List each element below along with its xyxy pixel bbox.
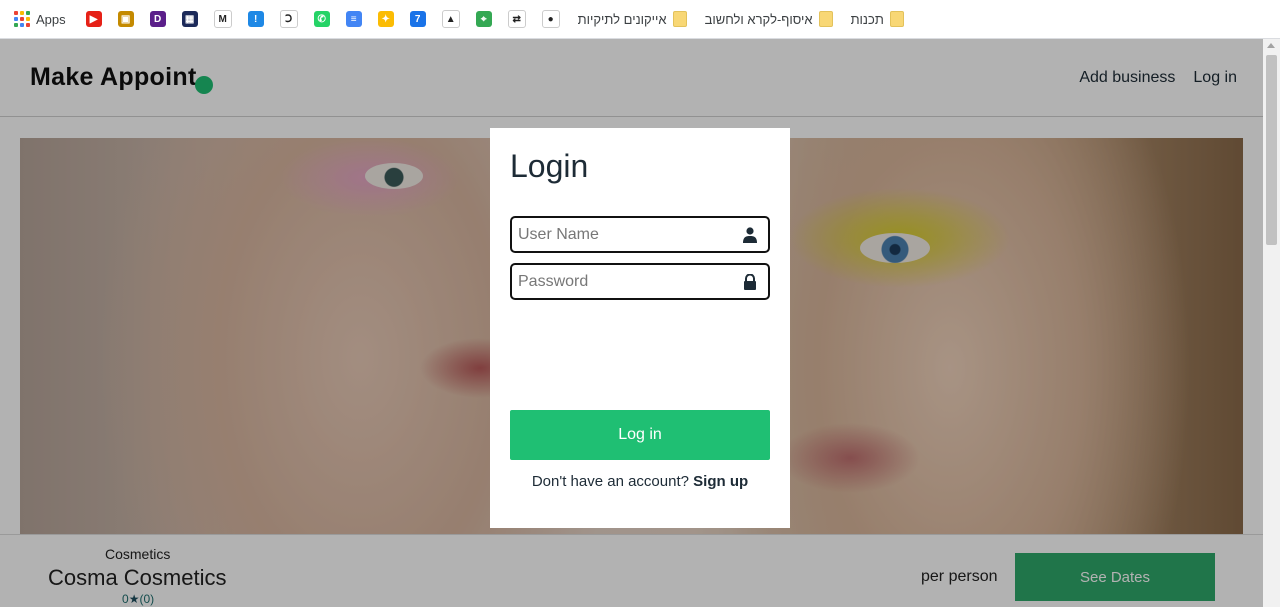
apps-grid-icon <box>14 11 30 27</box>
gmail-icon[interactable]: M <box>213 10 232 28</box>
folder-label: אייקונים לתיקיות <box>577 11 667 27</box>
login-title: Login <box>510 148 589 184</box>
google-calendar-icon[interactable]: 7 <box>409 11 426 27</box>
folder-label: תכנות <box>850 11 884 27</box>
folder-icon <box>818 11 833 27</box>
login-modal: Login Log in Don't have an account? Sign… <box>490 128 790 528</box>
lock-icon <box>738 273 762 290</box>
signup-prompt: Don't have an account? Sign up <box>490 473 790 490</box>
password-field[interactable] <box>510 263 770 300</box>
signup-link[interactable]: Sign up <box>693 473 748 490</box>
username-input[interactable] <box>512 218 738 251</box>
israel-rail-icon[interactable]: ⇄ <box>507 10 526 28</box>
login-submit-button[interactable]: Log in <box>510 410 770 460</box>
username-field[interactable] <box>510 216 770 253</box>
purple-d-icon[interactable]: D <box>149 11 166 27</box>
folder-icon <box>889 11 904 27</box>
whatsapp-icon[interactable]: ✆ <box>313 11 330 27</box>
google-keep-icon[interactable]: ✦ <box>377 11 394 27</box>
scroll-up-arrow-icon[interactable] <box>1267 43 1275 48</box>
bookmark-folder-programming[interactable]: תכנות <box>851 11 904 27</box>
bookmarks-bar: Apps ▶ ▣ D ▦ M! Ↄ ✆ ≡ ✦ 7 ▲ ⌖ ⇄ ● אייקונים לתיקיות אי… <box>0 0 1280 39</box>
google-drive-icon[interactable]: ▲ <box>441 10 460 28</box>
youtube-icon[interactable]: ▶ <box>85 11 102 27</box>
apps-label: Apps <box>36 11 66 27</box>
google-docs-icon[interactable]: ≡ <box>345 11 362 27</box>
apps-shortcut[interactable]: Apps <box>14 11 66 27</box>
page-scrollbar[interactable] <box>1263 39 1280 607</box>
bookmark-folder-icons[interactable]: אייקונים לתיקיות <box>578 11 687 27</box>
scroll-thumb[interactable] <box>1266 55 1277 245</box>
signup-prompt-text: Don't have an account? <box>531 473 689 490</box>
user-icon <box>738 226 762 243</box>
google-maps-icon[interactable]: ⌖ <box>475 11 492 27</box>
password-input[interactable] <box>512 265 738 298</box>
folder-label: איסוף-לקרא ולחשוב <box>704 11 813 27</box>
bookmark-favicons: ▶ ▣ D ▦ M! Ↄ ✆ ≡ ✦ 7 ▲ ⌖ ⇄ ● <box>78 10 568 28</box>
shop-icon[interactable]: ▣ <box>117 11 134 27</box>
black-r-icon[interactable]: Ↄ <box>279 10 298 28</box>
folder-icon <box>672 11 687 27</box>
bookmark-folder-reading[interactable]: איסוף-לקרא ולחשוב <box>705 11 833 27</box>
dark-grid-icon[interactable]: ▦ <box>181 11 198 27</box>
github-icon[interactable]: ● <box>541 10 560 28</box>
blue-exclaim-icon[interactable]: ! <box>247 11 264 27</box>
